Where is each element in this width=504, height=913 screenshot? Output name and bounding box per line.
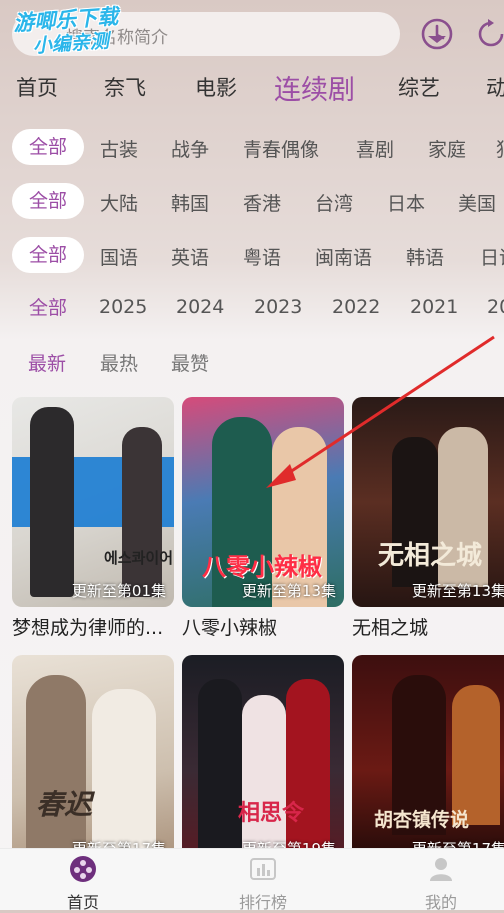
sort-newest[interactable]: 最新 xyxy=(28,349,66,376)
tab-home[interactable]: 首页 xyxy=(16,72,58,102)
poster-image: 胡杏镇传说 更新至第17集 xyxy=(352,655,504,865)
filter-row-year: 全部 2025 2024 2023 2022 2021 20 xyxy=(0,290,504,326)
filter-genre-all[interactable]: 全部 xyxy=(12,129,84,165)
sort-hottest[interactable]: 最热 xyxy=(100,349,138,376)
filter-row-genre: 全部 古装 战争 青春偶像 喜剧 家庭 犯 xyxy=(0,129,504,165)
nav-label: 排行榜 xyxy=(238,893,287,912)
poster-figure xyxy=(30,407,74,597)
episode-label: 更新至第13集 xyxy=(241,582,336,600)
filter-year-item[interactable]: 20 xyxy=(487,296,504,318)
tab-anime[interactable]: 动 xyxy=(486,72,504,102)
filter-language-all[interactable]: 全部 xyxy=(12,237,84,273)
nav-home[interactable]: 首页 xyxy=(38,855,128,913)
filter-genre-item[interactable]: 犯 xyxy=(496,135,504,162)
drama-card[interactable]: 에스콰이어 更新至第01集 梦想成为律师的... xyxy=(12,397,174,640)
filter-language-item[interactable]: 粤语 xyxy=(243,243,281,270)
filter-genre-item[interactable]: 青春偶像 xyxy=(243,135,319,162)
poster-image: 春迟 更新至第17集 xyxy=(12,655,174,865)
filter-genre-item[interactable]: 战争 xyxy=(171,135,209,162)
drama-title: 八零小辣椒 xyxy=(182,617,278,639)
drama-card[interactable]: 相思令 更新至第19集 xyxy=(182,655,344,865)
tab-series[interactable]: 连续剧 xyxy=(274,68,355,107)
filter-genre-item[interactable]: 家庭 xyxy=(428,135,466,162)
drama-card[interactable]: 无相之城 更新至第13集 无相之城 xyxy=(352,397,504,640)
filter-genre-item[interactable]: 喜剧 xyxy=(356,135,394,162)
nav-profile[interactable]: 我的 xyxy=(396,855,486,913)
ranking-icon xyxy=(250,858,276,880)
filter-region-item[interactable]: 香港 xyxy=(243,189,281,216)
filter-year-item[interactable]: 2025 xyxy=(99,296,147,318)
filter-language-item[interactable]: 日语 xyxy=(480,243,504,270)
home-film-icon xyxy=(70,856,96,882)
refresh-icon[interactable] xyxy=(474,17,504,51)
nav-ranking[interactable]: 排行榜 xyxy=(218,855,308,913)
watermark: 游唧乐下载 小编亲测 xyxy=(12,4,120,59)
poster-overlay-text: 胡杏镇传说 xyxy=(374,809,470,831)
bottom-nav: 首页 排行榜 我的 xyxy=(0,848,504,913)
nav-label: 我的 xyxy=(424,893,457,912)
poster-image: 八零小辣椒 更新至第13集 xyxy=(182,397,344,607)
poster-figure xyxy=(452,685,500,825)
filter-region-item[interactable]: 大陆 xyxy=(100,189,138,216)
filter-region-item[interactable]: 美国 xyxy=(458,189,496,216)
filter-language-item[interactable]: 英语 xyxy=(171,243,209,270)
tab-variety[interactable]: 综艺 xyxy=(398,72,440,102)
poster-image: 相思令 更新至第19集 xyxy=(182,655,344,865)
tab-netflix[interactable]: 奈飞 xyxy=(104,72,146,102)
filter-year-item[interactable]: 2024 xyxy=(176,296,224,318)
filter-language-item[interactable]: 国语 xyxy=(100,243,138,270)
drama-title: 无相之城 xyxy=(352,617,429,639)
filter-row-region: 全部 大陆 韩国 香港 台湾 日本 美国 xyxy=(0,183,504,219)
poster-overlay-text: 에스콰이어 xyxy=(104,549,174,567)
drama-card[interactable]: 胡杏镇传说 更新至第17集 xyxy=(352,655,504,865)
filter-row-language: 全部 国语 英语 粤语 闽南语 韩语 日语 xyxy=(0,237,504,273)
filter-year-item[interactable]: 2023 xyxy=(254,296,302,318)
filter-region-item[interactable]: 韩国 xyxy=(171,189,209,216)
episode-label: 更新至第01集 xyxy=(71,582,166,600)
user-icon xyxy=(430,858,452,881)
header: 搜索名称简介 游唧乐下载 小编亲测 xyxy=(0,0,504,66)
history-icon[interactable] xyxy=(420,17,454,51)
poster-overlay-text: 八零小辣椒 xyxy=(202,553,322,581)
filter-language-item[interactable]: 韩语 xyxy=(406,243,444,270)
poster-figure xyxy=(122,427,162,597)
poster-overlay-text: 春迟 xyxy=(36,788,93,821)
tab-movie[interactable]: 电影 xyxy=(195,72,237,102)
drama-card[interactable]: 春迟 更新至第17集 xyxy=(12,655,174,865)
filter-genre-item[interactable]: 古装 xyxy=(100,135,138,162)
nav-label: 首页 xyxy=(66,893,99,912)
episode-label: 更新至第13集 xyxy=(411,582,504,600)
poster-image: 无相之城 更新至第13集 xyxy=(352,397,504,607)
poster-overlay-text: 相思令 xyxy=(238,801,305,826)
poster-image: 에스콰이어 更新至第01集 xyxy=(12,397,174,607)
filter-year-item[interactable]: 2021 xyxy=(410,296,458,318)
category-tabs: 首页 奈飞 电影 连续剧 综艺 动 xyxy=(0,66,504,110)
poster-figure xyxy=(26,675,86,865)
sort-row: 最新 最热 最赞 xyxy=(0,343,504,379)
filter-year-item[interactable]: 2022 xyxy=(332,296,380,318)
filter-region-item[interactable]: 日本 xyxy=(387,189,425,216)
sort-most-liked[interactable]: 最赞 xyxy=(171,349,209,376)
filter-year-all[interactable]: 全部 xyxy=(12,290,84,326)
poster-overlay-text: 无相之城 xyxy=(378,541,483,571)
drama-title: 梦想成为律师的... xyxy=(12,617,164,639)
poster-figure xyxy=(198,679,242,865)
filter-region-item[interactable]: 台湾 xyxy=(315,189,353,216)
filter-language-item[interactable]: 闽南语 xyxy=(315,243,372,270)
drama-card[interactable]: 八零小辣椒 更新至第13集 八零小辣椒 xyxy=(182,397,344,640)
filter-region-all[interactable]: 全部 xyxy=(12,183,84,219)
